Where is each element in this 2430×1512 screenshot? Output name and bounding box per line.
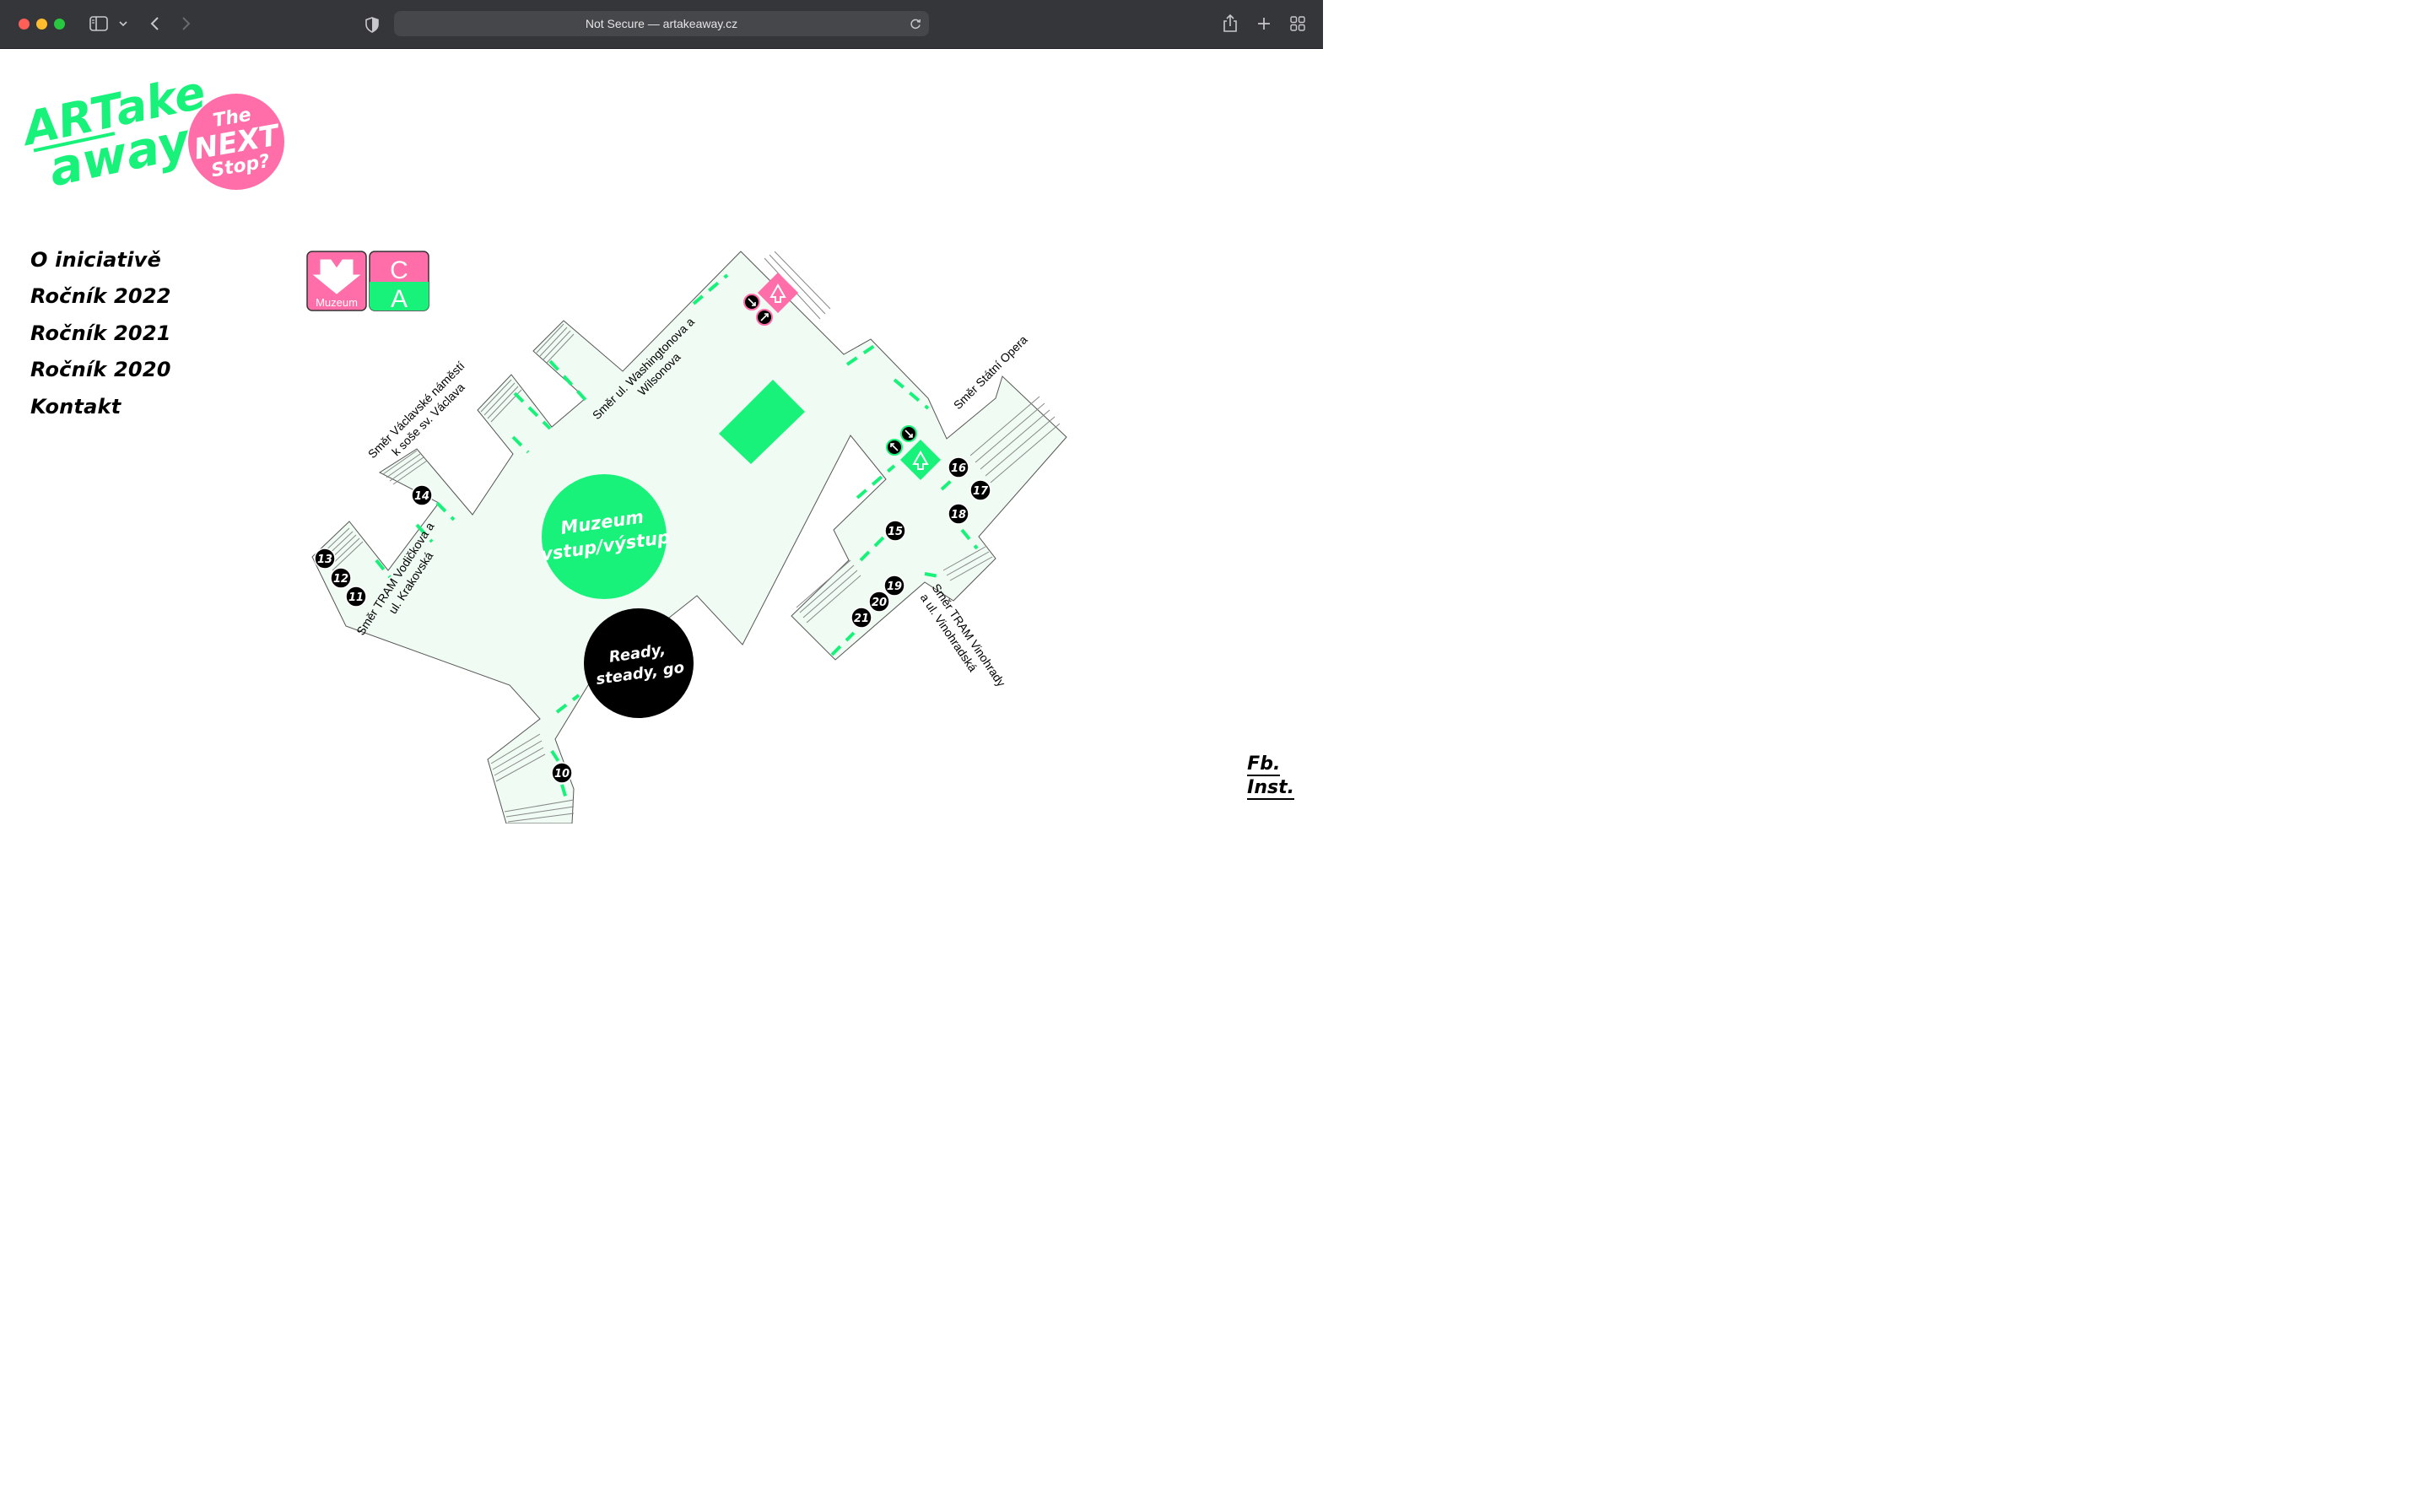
exit-marker-11[interactable]: 11 [345, 586, 367, 608]
exit-number: 16 [951, 462, 966, 475]
instagram-link[interactable]: Inst. [1247, 776, 1294, 800]
exit-marker-13[interactable]: 13 [314, 548, 336, 570]
minimize-window-button[interactable] [36, 19, 47, 30]
back-arrow-icon[interactable] [145, 14, 164, 33]
nav-kontakt[interactable]: Kontakt [30, 395, 121, 418]
new-tab-icon[interactable] [1254, 14, 1274, 34]
exit-number: 21 [854, 613, 869, 625]
exit-marker-14[interactable]: 14 [411, 484, 433, 506]
exit-number: 11 [348, 591, 364, 604]
chevron-down-icon[interactable] [116, 17, 130, 30]
exit-number: 20 [872, 597, 887, 609]
address-bar[interactable]: Not Secure — artakeaway.cz [394, 11, 929, 36]
reload-icon[interactable] [909, 17, 922, 30]
share-icon[interactable] [1220, 13, 1240, 35]
exit-number: 17 [973, 485, 989, 498]
browser-toolbar: Not Secure — artakeaway.cz [0, 0, 1323, 49]
metro-sign[interactable]: Muzeum C A [306, 251, 429, 313]
exit-number: 14 [414, 490, 429, 503]
exit-marker-17[interactable]: 17 [969, 479, 991, 501]
metro-line-c: C [390, 256, 408, 284]
exit-marker-12[interactable]: 12 [330, 567, 352, 589]
facebook-link-text: Fb. [1247, 753, 1281, 776]
privacy-shield-icon[interactable] [364, 15, 381, 34]
exit-number: 10 [554, 768, 570, 780]
exit-marker-19[interactable]: 19 [883, 575, 905, 597]
exit-number: 13 [317, 554, 332, 566]
sidebar-toggle-icon[interactable] [88, 14, 110, 33]
exit-number: 15 [888, 526, 903, 538]
nav-rocnik-2020[interactable]: Ročník 2020 [30, 358, 171, 381]
close-window-button[interactable] [19, 19, 30, 30]
ready-steady-go-circle[interactable]: Ready, steady, go [584, 608, 694, 718]
metro-line-a: A [391, 285, 408, 313]
nav-rocnik-2022[interactable]: Ročník 2022 [30, 284, 171, 308]
svg-text:Směr Václavské náměstí: Směr Václavské náměstí [365, 359, 467, 461]
url-text: Not Secure — artakeaway.cz [585, 17, 738, 30]
zoom-window-button[interactable] [54, 19, 65, 30]
tab-overview-icon[interactable] [1288, 14, 1308, 34]
exit-marker-21[interactable]: 21 [850, 607, 872, 629]
exit-number: 18 [951, 509, 966, 521]
exit-number: 19 [887, 580, 902, 593]
forward-arrow-icon[interactable] [177, 14, 196, 33]
social-links: Fb. Inst. [1247, 753, 1294, 800]
exit-marker-10[interactable]: 10 [551, 762, 573, 784]
exit-marker-16[interactable]: 16 [948, 456, 969, 478]
exit-marker-15[interactable]: 15 [884, 520, 906, 542]
nav-o-iniciative[interactable]: O iniciativě [30, 248, 161, 272]
exit-marker-20[interactable]: 20 [868, 591, 890, 613]
label-vinohrady: Směr TRAM Vinohrady a ul. Vinohradská [918, 581, 1008, 689]
instagram-link-text: Inst. [1247, 777, 1294, 800]
station-map: Muzeum C A Směr Václavské náměstí k soše… [306, 251, 1067, 824]
nav-rocnik-2021[interactable]: Ročník 2021 [30, 321, 171, 345]
metro-station-name: Muzeum [316, 296, 358, 309]
artakeaway-logo[interactable]: ARTake away The NEXT Stop? [22, 68, 292, 194]
facebook-link[interactable]: Fb. [1247, 753, 1294, 776]
page-content: ARTake away The NEXT Stop? O iniciativě … [0, 49, 1323, 824]
exit-number: 12 [333, 573, 348, 586]
exit-marker-18[interactable]: 18 [948, 503, 969, 525]
